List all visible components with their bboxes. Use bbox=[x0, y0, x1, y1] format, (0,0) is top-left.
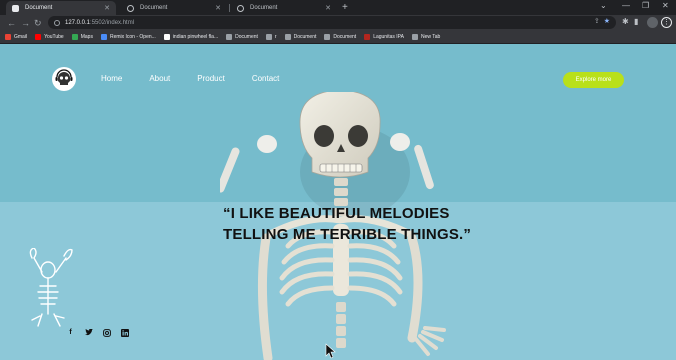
bookmark-label: r bbox=[274, 34, 277, 40]
site-nav: Home About Product Contact bbox=[101, 74, 306, 83]
globe-icon bbox=[324, 34, 331, 40]
close-icon[interactable]: ✕ bbox=[215, 4, 221, 12]
back-arrow-icon[interactable]: ← bbox=[7, 17, 16, 29]
gmail-icon bbox=[5, 34, 11, 40]
linkedin-icon[interactable] bbox=[120, 328, 129, 337]
globe-icon bbox=[411, 34, 418, 40]
instagram-icon[interactable] bbox=[102, 328, 111, 337]
page-icon bbox=[12, 4, 19, 12]
facebook-icon[interactable]: f bbox=[66, 328, 75, 337]
bookmark-item[interactable]: Remix Icon - Open... bbox=[100, 34, 156, 40]
twitter-icon[interactable] bbox=[84, 328, 93, 337]
tab-search-icon[interactable]: ⌄ bbox=[600, 1, 607, 10]
tab-divider bbox=[229, 4, 230, 12]
new-tab-button[interactable]: + bbox=[342, 1, 348, 14]
bookmark-label: Lagunitas IPA bbox=[373, 34, 404, 40]
maximize-button[interactable]: ❐ bbox=[642, 1, 649, 10]
window-close-button[interactable]: ✕ bbox=[662, 1, 669, 10]
extensions-icon[interactable]: ✱ bbox=[622, 17, 629, 26]
forward-arrow-icon[interactable]: → bbox=[21, 17, 30, 29]
youtube-icon bbox=[35, 34, 42, 40]
bookmark-item[interactable]: YouTube bbox=[35, 34, 64, 40]
globe-icon bbox=[265, 34, 272, 40]
bookmark-label: Maps bbox=[80, 34, 93, 40]
nav-contact[interactable]: Contact bbox=[252, 74, 280, 83]
sidebar-icon[interactable]: ▮ bbox=[634, 17, 638, 26]
globe-icon bbox=[237, 4, 244, 12]
close-icon[interactable]: ✕ bbox=[104, 4, 110, 12]
bookmark-item[interactable]: Gmail bbox=[5, 34, 27, 40]
minimize-button[interactable]: — bbox=[622, 1, 630, 10]
tab-title: Document bbox=[140, 5, 168, 11]
bookmark-label: Remix Icon - Open... bbox=[109, 34, 156, 40]
nav-home[interactable]: Home bbox=[101, 74, 122, 83]
bookmark-item[interactable]: Document bbox=[284, 34, 317, 40]
globe-icon bbox=[284, 34, 291, 40]
reload-icon[interactable]: ↻ bbox=[34, 17, 42, 29]
profile-avatar[interactable] bbox=[647, 17, 658, 28]
bookmark-label: Document bbox=[235, 34, 258, 40]
bookmark-label: Document bbox=[293, 34, 317, 40]
google-icon bbox=[163, 34, 170, 40]
close-icon[interactable]: ✕ bbox=[325, 4, 331, 12]
globe-icon bbox=[127, 4, 134, 12]
tab-title: Document bbox=[250, 5, 278, 11]
tab-document-2[interactable]: Document ✕ bbox=[121, 1, 227, 15]
maps-icon bbox=[71, 34, 78, 40]
bookmark-item[interactable]: Document bbox=[324, 34, 356, 40]
url-path: :5502/index.html bbox=[90, 19, 135, 26]
bookmark-label: Document bbox=[333, 34, 357, 40]
skull-logo[interactable] bbox=[52, 67, 76, 91]
hero-quote: “I LIKE BEAUTIFUL MELODIES TELLING ME TE… bbox=[223, 205, 472, 243]
bookmarks-bar: Gmail YouTube Maps Remix Icon - Open... indi… bbox=[0, 31, 676, 44]
social-links: f bbox=[66, 328, 138, 337]
mouse-cursor-icon bbox=[325, 343, 336, 359]
tab-document-3[interactable]: Document ✕ bbox=[231, 1, 337, 15]
share-icon[interactable]: ⇪ bbox=[594, 18, 600, 25]
globe-icon bbox=[226, 34, 233, 40]
nav-about[interactable]: About bbox=[149, 74, 170, 83]
remix-icon bbox=[100, 34, 107, 40]
lagunitas-icon bbox=[364, 34, 371, 40]
explore-more-button[interactable]: Explore more bbox=[563, 72, 624, 88]
tab-title: Document bbox=[25, 5, 53, 11]
tab-strip: Document ✕ Document ✕ Document ✕ + ⌄ — ❐… bbox=[0, 0, 676, 15]
tab-document-1[interactable]: Document ✕ bbox=[6, 1, 116, 15]
bookmark-item[interactable]: indian pinwheel fla... bbox=[163, 34, 219, 40]
bookmark-label: indian pinwheel fla... bbox=[172, 34, 219, 40]
info-icon[interactable] bbox=[54, 19, 60, 26]
nav-product[interactable]: Product bbox=[197, 74, 225, 83]
browser-toolbar: ← → ↻ 127.0.0.1:5502/index.html ⇪ ★ ✱ ▮ ⋮ bbox=[0, 15, 676, 31]
web-page: Home About Product Contact Explore more bbox=[0, 44, 676, 360]
url-host: 127.0.0.1 bbox=[65, 19, 91, 26]
bookmark-item[interactable]: New Tab bbox=[411, 34, 441, 40]
menu-icon[interactable]: ⋮ bbox=[661, 17, 672, 28]
skeleton-line-art bbox=[29, 248, 73, 327]
address-bar[interactable]: 127.0.0.1:5502/index.html ⇪ ★ bbox=[48, 16, 616, 29]
airpod-left-image bbox=[220, 135, 277, 193]
bookmark-label: Gmail bbox=[14, 34, 28, 40]
bookmark-item[interactable]: Document bbox=[226, 34, 258, 40]
bookmark-item[interactable]: r bbox=[265, 34, 277, 40]
bookmark-label: New Tab bbox=[420, 34, 441, 40]
bookmark-item[interactable]: Maps bbox=[71, 34, 93, 40]
bookmark-label: YouTube bbox=[44, 34, 64, 40]
bookmark-item[interactable]: Lagunitas IPA bbox=[364, 34, 404, 40]
bookmark-star-icon[interactable]: ★ bbox=[604, 18, 610, 25]
